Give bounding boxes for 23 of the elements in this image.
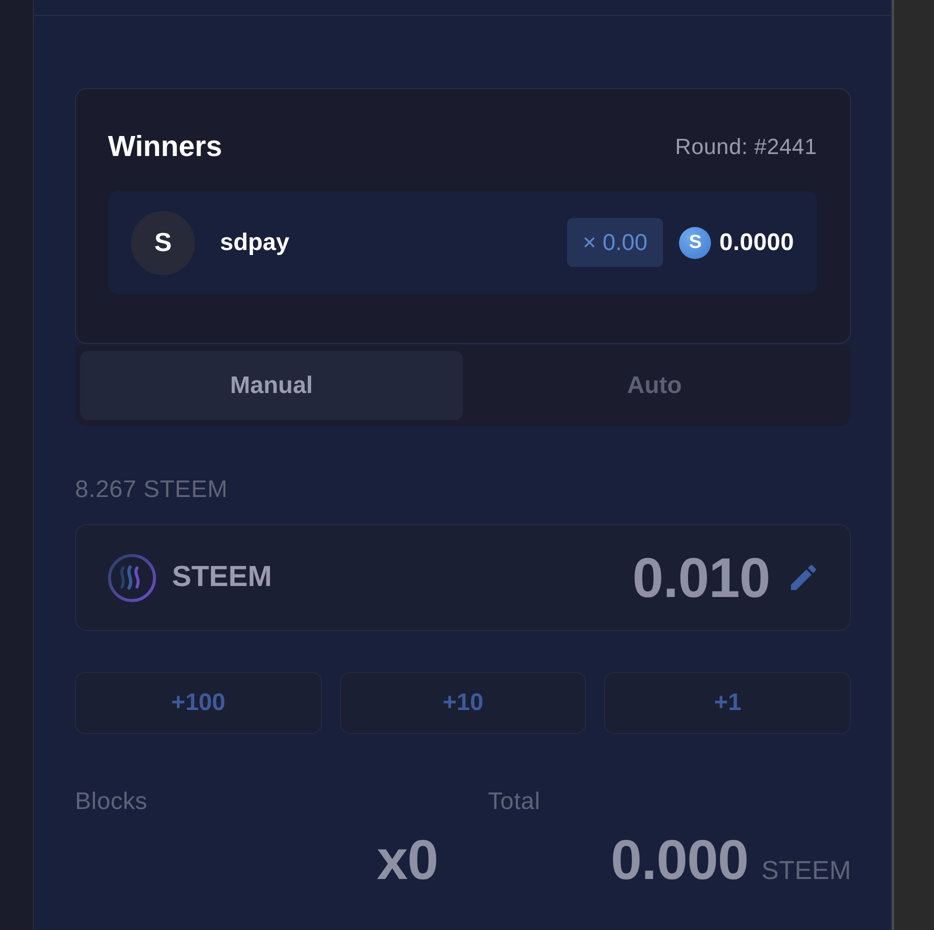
coin-icon: S bbox=[679, 226, 712, 258]
mode-tab[interactable]: Auto bbox=[463, 351, 846, 420]
currency-name: STEEM bbox=[172, 561, 272, 594]
total-unit: STEEM bbox=[761, 855, 851, 886]
total-value: 0.000 bbox=[610, 830, 748, 890]
add-amount-button[interactable]: +10 bbox=[340, 672, 586, 734]
balance-text: 8.267 STEEM bbox=[75, 476, 228, 504]
bet-value: 0.010 bbox=[632, 545, 770, 610]
blocks-label: Blocks bbox=[75, 788, 148, 816]
bet-amount-field[interactable]: STEEM 0.010 bbox=[75, 524, 851, 631]
add-amount-button[interactable]: +1 bbox=[604, 672, 851, 734]
total-label: Total bbox=[488, 788, 540, 816]
winners-title: Winners bbox=[108, 130, 222, 164]
add-amount-button[interactable]: +100 bbox=[75, 672, 322, 734]
edit-icon[interactable] bbox=[791, 565, 816, 590]
winner-amount: 0.0000 bbox=[719, 228, 794, 256]
steem-logo-icon bbox=[108, 554, 156, 602]
winner-name: sdpay bbox=[220, 228, 290, 256]
mode-tab[interactable]: Manual bbox=[80, 351, 463, 420]
blocks-value: x0 bbox=[376, 830, 438, 890]
multiplier-value: × 0.00 bbox=[566, 218, 664, 267]
round-number: Round: #2441 bbox=[675, 134, 817, 160]
avatar: S bbox=[131, 210, 195, 274]
